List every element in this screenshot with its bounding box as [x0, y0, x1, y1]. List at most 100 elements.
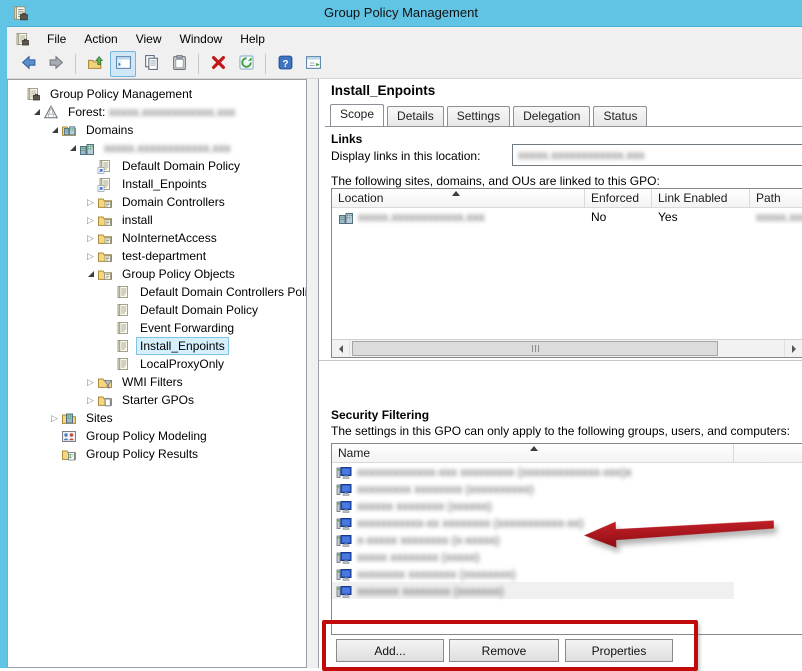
- titlebar[interactable]: Group Policy Management: [0, 0, 802, 27]
- tree-item-label[interactable]: Domains: [82, 121, 137, 139]
- security-principal-name: xxxxxxxxxxxxx-xxx xxxxxxxxx (xxxxxxxxxxx…: [357, 465, 632, 479]
- tree-item-label[interactable]: Default Domain Controllers Policy: [136, 283, 307, 301]
- tree-item-label[interactable]: test-department: [118, 247, 210, 265]
- column-header-enforced[interactable]: Enforced: [585, 189, 652, 207]
- column-header-path[interactable]: Path: [750, 189, 802, 207]
- pane-splitter[interactable]: [308, 79, 318, 668]
- remove-button[interactable]: Remove: [449, 639, 559, 662]
- tree-expander-icon[interactable]: ▷: [84, 234, 97, 243]
- window-frame-left: [0, 26, 7, 668]
- display-links-combobox[interactable]: xxxxx.xxxxxxxxxxxx.xxx: [512, 144, 802, 166]
- tab-status[interactable]: Status: [593, 106, 647, 126]
- computer-icon: [336, 566, 352, 582]
- menu-file[interactable]: File: [38, 29, 75, 49]
- add-button[interactable]: Add...: [336, 639, 444, 662]
- tree-item: Forest: xxxxx.xxxxxxxxxxxx.xxx: [8, 103, 306, 121]
- scroll-left-button[interactable]: [332, 340, 350, 357]
- toolbar-paste-button[interactable]: [166, 51, 192, 77]
- menu-view[interactable]: View: [127, 29, 171, 49]
- tree-expander-icon[interactable]: [30, 109, 43, 115]
- tree-expander-icon[interactable]: ▷: [84, 378, 97, 387]
- menu-window[interactable]: Window: [171, 29, 232, 49]
- tree-item: Default Domain Controllers Policy: [8, 283, 306, 301]
- security-filtering-row[interactable]: x-xxxxx xxxxxxxx (x-xxxxx): [332, 531, 802, 548]
- scroll-right-button[interactable]: [784, 340, 802, 357]
- scrollbar-thumb[interactable]: [352, 341, 718, 356]
- tree-item-label[interactable]: Group Policy Modeling: [82, 427, 211, 445]
- thumb-grip: [535, 345, 536, 352]
- tree-item-label[interactable]: NoInternetAccess: [118, 229, 221, 247]
- tree-expander-icon[interactable]: [48, 127, 61, 133]
- tree-expander-icon[interactable]: ▷: [84, 252, 97, 261]
- toolbar-delete-button[interactable]: [205, 51, 231, 77]
- tree-item-label[interactable]: Group Policy Results: [82, 445, 202, 463]
- toolbar-refresh-button[interactable]: [233, 51, 259, 77]
- tree-item: Group Policy Objects: [8, 265, 306, 283]
- menu-help[interactable]: Help: [231, 29, 274, 49]
- security-principal-name: xxxxx xxxxxxxx (xxxxx): [357, 550, 480, 564]
- thumb-grip: [538, 345, 539, 352]
- toolbar-export-list-button[interactable]: [300, 51, 326, 77]
- tree-item-label[interactable]: Starter GPOs: [118, 391, 198, 409]
- tab-details[interactable]: Details: [387, 106, 444, 126]
- tree-expander-icon[interactable]: ▷: [84, 198, 97, 207]
- security-filtering-row[interactable]: xxxxxx xxxxxxxx (xxxxxx): [332, 497, 802, 514]
- security-filtering-row[interactable]: xxxxxxxxx xxxxxxxx (xxxxxxxxxx): [332, 480, 802, 497]
- toolbar-back-button[interactable]: [15, 51, 41, 77]
- tree-item: ▷ NoInternetAccess: [8, 229, 306, 247]
- toolbar-forward-button[interactable]: [43, 51, 69, 77]
- tree-item-label[interactable]: Default Domain Policy: [136, 301, 262, 319]
- tree-expander-icon[interactable]: ▷: [48, 414, 61, 423]
- links-table-row[interactable]: xxxxx.xxxxxxxxxxxx.xxxNoYesxxxxx.xxxx: [332, 208, 802, 226]
- tree-item-label[interactable]: Default Domain Policy: [118, 157, 244, 175]
- arrow-right-icon: [48, 54, 65, 74]
- tree-item-label[interactable]: Event Forwarding: [136, 319, 238, 337]
- paste-icon: [171, 54, 188, 74]
- security-filtering-row[interactable]: xxxxxxxx xxxxxxxx (xxxxxxxx): [332, 565, 802, 582]
- toolbar-copy-button[interactable]: [138, 51, 164, 77]
- tree-item-label[interactable]: xxxxx.xxxxxxxxxxxx.xxx: [100, 139, 235, 157]
- tree-item-label[interactable]: Sites: [82, 409, 117, 427]
- tree-item-label[interactable]: Group Policy Management: [46, 85, 196, 103]
- security-filtering-row[interactable]: xxxxxxxxxxx-xx xxxxxxxx (xxxxxxxxxxx-xx): [332, 514, 802, 531]
- toolbar-help-button[interactable]: ?: [272, 51, 298, 77]
- starter-icon: [97, 392, 113, 408]
- tree-expander-icon[interactable]: [84, 271, 97, 277]
- column-header-link-enabled[interactable]: Link Enabled: [652, 189, 750, 207]
- toolbar-separator: [75, 54, 76, 74]
- tree-item-label[interactable]: Domain Controllers: [118, 193, 229, 211]
- tree-item-label[interactable]: Forest: xxxxx.xxxxxxxxxxxx.xxx: [64, 103, 239, 121]
- menu-action[interactable]: Action: [75, 29, 126, 49]
- security-filtering-intro: The settings in this GPO can only apply …: [331, 424, 790, 438]
- tree-item: Group Policy Management: [8, 85, 306, 103]
- links-heading: Links: [331, 132, 362, 146]
- column-header-name[interactable]: Name: [332, 444, 734, 462]
- tree-expander-icon[interactable]: ▷: [84, 396, 97, 405]
- tree-item-label[interactable]: install: [118, 211, 157, 229]
- tab-settings[interactable]: Settings: [447, 106, 510, 126]
- tab-delegation[interactable]: Delegation: [513, 106, 590, 126]
- security-filtering-row[interactable]: xxxxx xxxxxxxx (xxxxx): [332, 548, 802, 565]
- tab-scope[interactable]: Scope: [330, 104, 384, 126]
- toolbar-up-one-level-button[interactable]: [82, 51, 108, 77]
- properties-button[interactable]: Properties: [565, 639, 673, 662]
- security-filtering-row[interactable]: xxxxxxxxxxxxx-xxx xxxxxxxxx (xxxxxxxxxxx…: [332, 463, 802, 480]
- toolbar: ?: [7, 50, 802, 79]
- tree-item-label[interactable]: Install_Enpoints: [136, 337, 229, 355]
- links-row-enforced: No: [585, 210, 652, 224]
- tree-item: Install_Enpoints: [8, 175, 306, 193]
- svg-text:?: ?: [282, 59, 288, 70]
- tree-item-label[interactable]: Install_Enpoints: [118, 175, 211, 193]
- column-header-location[interactable]: Location: [332, 189, 585, 207]
- tree-expander-icon[interactable]: [66, 145, 79, 151]
- security-filtering-rows: xxxxxxxxxxxxx-xxx xxxxxxxxx (xxxxxxxxxxx…: [332, 463, 802, 599]
- tree-item-label[interactable]: LocalProxyOnly: [136, 355, 228, 373]
- toolbar-show-console-tree-button[interactable]: [110, 51, 136, 77]
- computer-icon: [336, 532, 352, 548]
- sites-icon: [61, 410, 77, 426]
- tree-expander-icon[interactable]: ▷: [84, 216, 97, 225]
- security-filtering-row[interactable]: xxxxxxx xxxxxxxx (xxxxxxx): [332, 582, 802, 599]
- tree-item-label[interactable]: WMI Filters: [118, 373, 187, 391]
- tree-item-label[interactable]: Group Policy Objects: [118, 265, 239, 283]
- tab-page-border: [325, 126, 802, 127]
